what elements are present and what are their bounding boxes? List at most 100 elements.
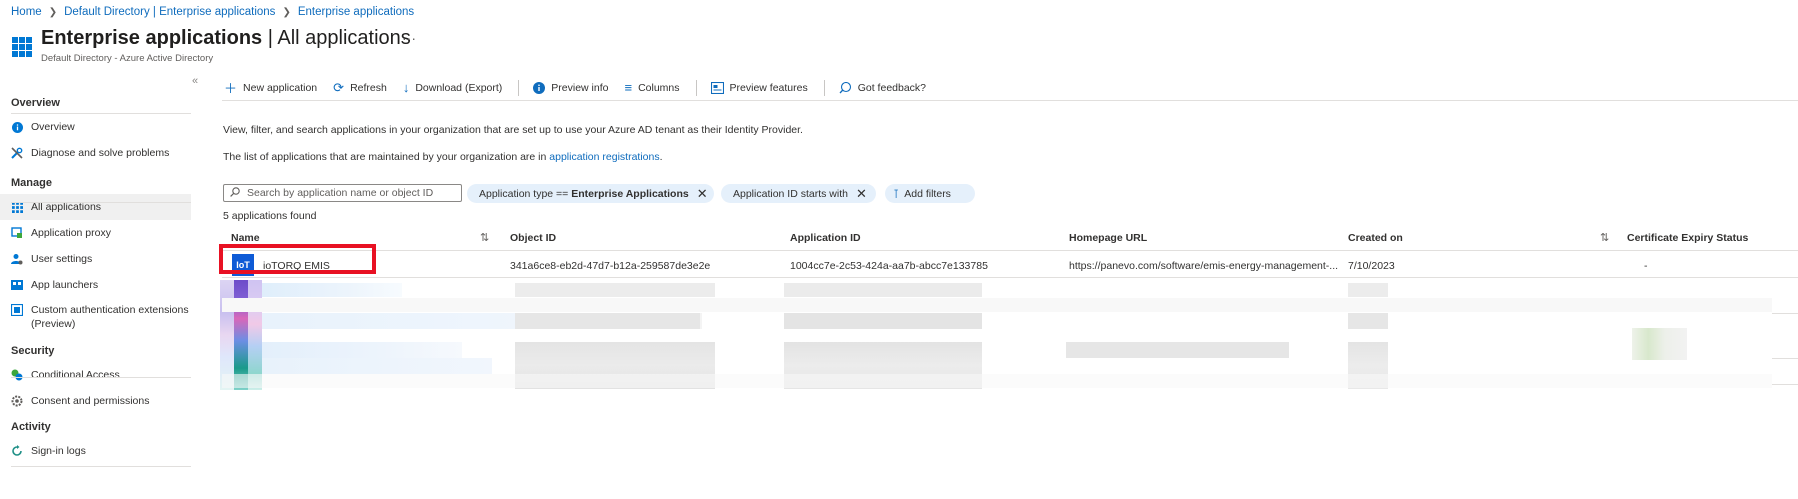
grid-apps-icon <box>12 37 32 57</box>
search-input[interactable] <box>245 186 449 200</box>
more-options-button[interactable]: ··· <box>402 30 416 46</box>
sidebar-item-label: Consent and permissions <box>31 395 150 407</box>
sidebar-divider <box>11 113 191 114</box>
certificate-status-cell: - <box>1644 260 1648 272</box>
sidebar-item-user-settings[interactable]: User settings <box>0 246 191 272</box>
breadcrumb-enterprise-apps[interactable]: Enterprise applications <box>298 6 414 18</box>
close-icon[interactable]: ✕ <box>697 186 708 202</box>
created-on-cell: 7/10/2023 <box>1348 260 1395 272</box>
sidebar-item-all-applications[interactable]: All applications <box>0 194 191 220</box>
sidebar-item-overview[interactable]: Overview <box>0 114 191 140</box>
column-header-object-id[interactable]: Object ID <box>510 232 556 244</box>
proxy-icon <box>11 227 23 239</box>
object-id-cell: 341a6ce8-eb2d-47d7-b12a-259587de3e2e <box>510 260 711 272</box>
application-registrations-link[interactable]: application registrations <box>549 151 659 163</box>
new-application-button[interactable]: ＋ New application <box>224 78 317 97</box>
sidebar-item-signin-logs[interactable]: Sign-in logs <box>0 438 191 464</box>
column-header-name[interactable]: Name <box>231 232 260 244</box>
blurred-cell <box>784 313 982 329</box>
toolbar-divider <box>695 79 697 96</box>
column-header-homepage-url[interactable]: Homepage URL <box>1069 232 1147 244</box>
add-filters-button[interactable]: ⊺ Add filters <box>885 184 975 203</box>
preview-info-button[interactable]: Preview info <box>533 81 609 94</box>
conditional-access-icon <box>11 369 23 381</box>
sort-icon[interactable]: ⇅ <box>1600 231 1609 244</box>
plus-icon: ＋ <box>224 81 238 96</box>
info-icon <box>11 121 23 133</box>
breadcrumb-home[interactable]: Home <box>11 6 42 18</box>
result-count: 5 applications found <box>223 210 317 222</box>
filter-pill-application-type[interactable]: Application type == Enterprise Applicati… <box>467 184 714 203</box>
sidebar-item-application-proxy[interactable]: Application proxy <box>0 220 191 246</box>
chevron-right-icon: ❯ <box>282 6 291 18</box>
new-application-label: New application <box>243 81 318 94</box>
column-header-created-on[interactable]: Created on <box>1348 232 1403 244</box>
sidebar-item-consent-permissions[interactable]: Consent and permissions <box>0 388 191 414</box>
signin-log-icon <box>11 445 23 457</box>
columns-button[interactable]: ≡ Columns <box>624 80 679 95</box>
highlight-box <box>219 244 376 274</box>
breadcrumb-directory[interactable]: Default Directory | Enterprise applicati… <box>64 6 275 18</box>
refresh-icon: ⟳ <box>333 79 345 95</box>
sidebar-section-security: Security <box>11 345 55 357</box>
preview-features-button[interactable]: Preview features <box>710 81 808 94</box>
sidebar-section-activity: Activity <box>11 421 51 433</box>
blurred-cell <box>515 313 700 329</box>
sidebar-item-label: Custom authentication extensions <box>31 304 189 316</box>
add-filters-label: Add filters <box>904 187 951 200</box>
download-icon: ↓ <box>402 80 410 95</box>
refresh-button[interactable]: ⟳ Refresh <box>333 80 387 96</box>
sidebar-divider <box>11 202 191 203</box>
feedback-button[interactable]: Got feedback? <box>839 81 926 94</box>
search-icon <box>230 186 240 200</box>
sidebar-divider <box>11 377 191 378</box>
collapse-sidebar-button[interactable]: « <box>192 75 198 87</box>
sidebar-divider <box>11 466 191 467</box>
sidebar-item-app-launchers[interactable]: App launchers <box>0 272 191 298</box>
sidebar-item-custom-auth-extensions[interactable]: Custom authentication extensions (Previe… <box>0 298 191 338</box>
page-title-sub: | All applications <box>262 27 411 49</box>
close-icon[interactable]: ✕ <box>856 186 867 202</box>
filter-pill-application-id[interactable]: Application ID starts with ✕ <box>721 184 876 203</box>
refresh-label: Refresh <box>350 81 387 94</box>
filter-pill-label: Application ID starts with <box>733 187 848 200</box>
download-button[interactable]: ↓ Download (Export) <box>403 80 502 95</box>
description-text: View, filter, and search applications in… <box>223 124 803 136</box>
info-icon <box>533 81 546 94</box>
blurred-row-band <box>222 298 1772 312</box>
sidebar-section-manage: Manage <box>11 177 52 189</box>
columns-icon: ≡ <box>624 80 633 95</box>
download-label: Download (Export) <box>415 81 503 94</box>
registrations-note: The list of applications that are mainta… <box>223 151 663 163</box>
sidebar-item-label-preview: (Preview) <box>31 318 76 330</box>
blurred-cell <box>1066 342 1289 358</box>
column-header-application-id[interactable]: Application ID <box>790 232 861 244</box>
row-divider <box>1772 384 1798 385</box>
blurred-cell <box>784 283 982 297</box>
sidebar-item-label: Overview <box>31 121 75 133</box>
chevron-right-icon: ❯ <box>48 6 58 18</box>
sidebar: Overview Overview Diagnose and solve pro… <box>0 92 191 464</box>
page-subtitle: Default Directory - Azure Active Directo… <box>41 53 214 64</box>
wrench-icon <box>11 147 23 159</box>
row-divider <box>222 277 1798 278</box>
columns-label: Columns <box>638 81 680 94</box>
sidebar-item-label: Sign-in logs <box>31 445 86 457</box>
preview-features-label: Preview features <box>729 81 808 94</box>
blurred-cell <box>262 283 402 297</box>
sort-icon[interactable]: ⇅ <box>480 231 489 244</box>
header-divider <box>222 250 1798 251</box>
page-title-main: Enterprise applications <box>41 27 263 49</box>
preview-info-label: Preview info <box>551 81 609 94</box>
homepage-url-cell: https://panevo.com/software/emis-energy-… <box>1069 260 1339 272</box>
search-box[interactable] <box>223 184 462 202</box>
sidebar-item-diagnose[interactable]: Diagnose and solve problems <box>0 140 191 166</box>
sidebar-item-conditional-access[interactable]: Conditional Access <box>0 362 191 388</box>
toolbar-divider <box>518 79 520 96</box>
blurred-cell <box>1348 313 1388 329</box>
sidebar-item-label: Conditional Access <box>31 369 120 381</box>
feedback-icon <box>839 81 852 94</box>
blurred-cell <box>1632 328 1687 360</box>
toolbar-divider <box>823 79 825 96</box>
column-header-certificate-expiry[interactable]: Certificate Expiry Status <box>1627 232 1748 244</box>
